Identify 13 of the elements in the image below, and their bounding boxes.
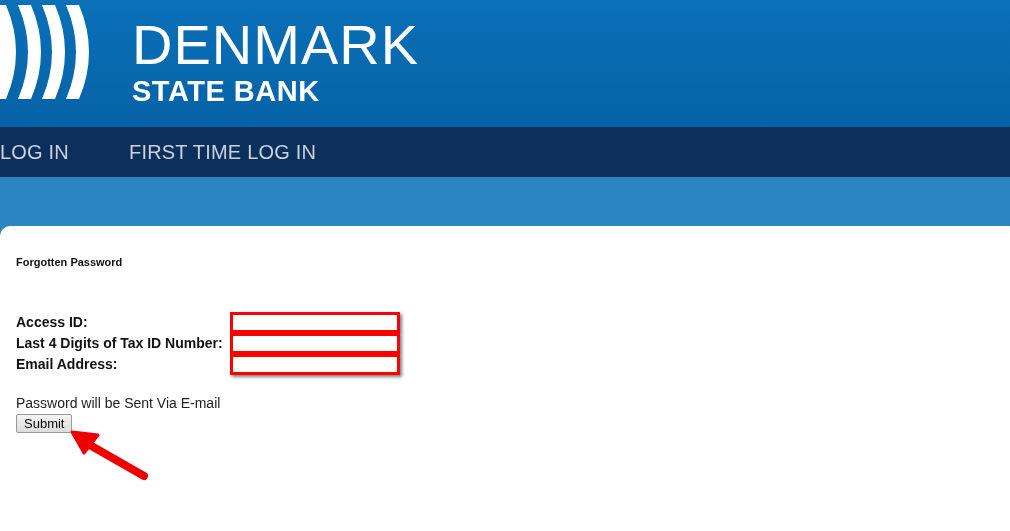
field-label: Email Address: [16, 355, 119, 374]
input-field[interactable] [230, 333, 400, 354]
form-heading: Forgotten Password [16, 256, 124, 268]
logo-subtitle: STATE BANK [132, 75, 321, 107]
form-note: Password will be Sent Via E-mail [16, 395, 222, 411]
input-field[interactable] [230, 312, 400, 333]
submit-button[interactable]: Submit [16, 414, 73, 433]
input-field[interactable] [230, 354, 400, 375]
field-label: Last 4 Digits of Tax ID Number: [16, 334, 224, 353]
logo-title: DENMARK [132, 15, 420, 75]
nav-link[interactable]: FIRST TIME LOG IN [129, 140, 317, 164]
nav-link[interactable]: LOG IN [0, 140, 69, 164]
field-label: Access ID: [16, 313, 89, 332]
